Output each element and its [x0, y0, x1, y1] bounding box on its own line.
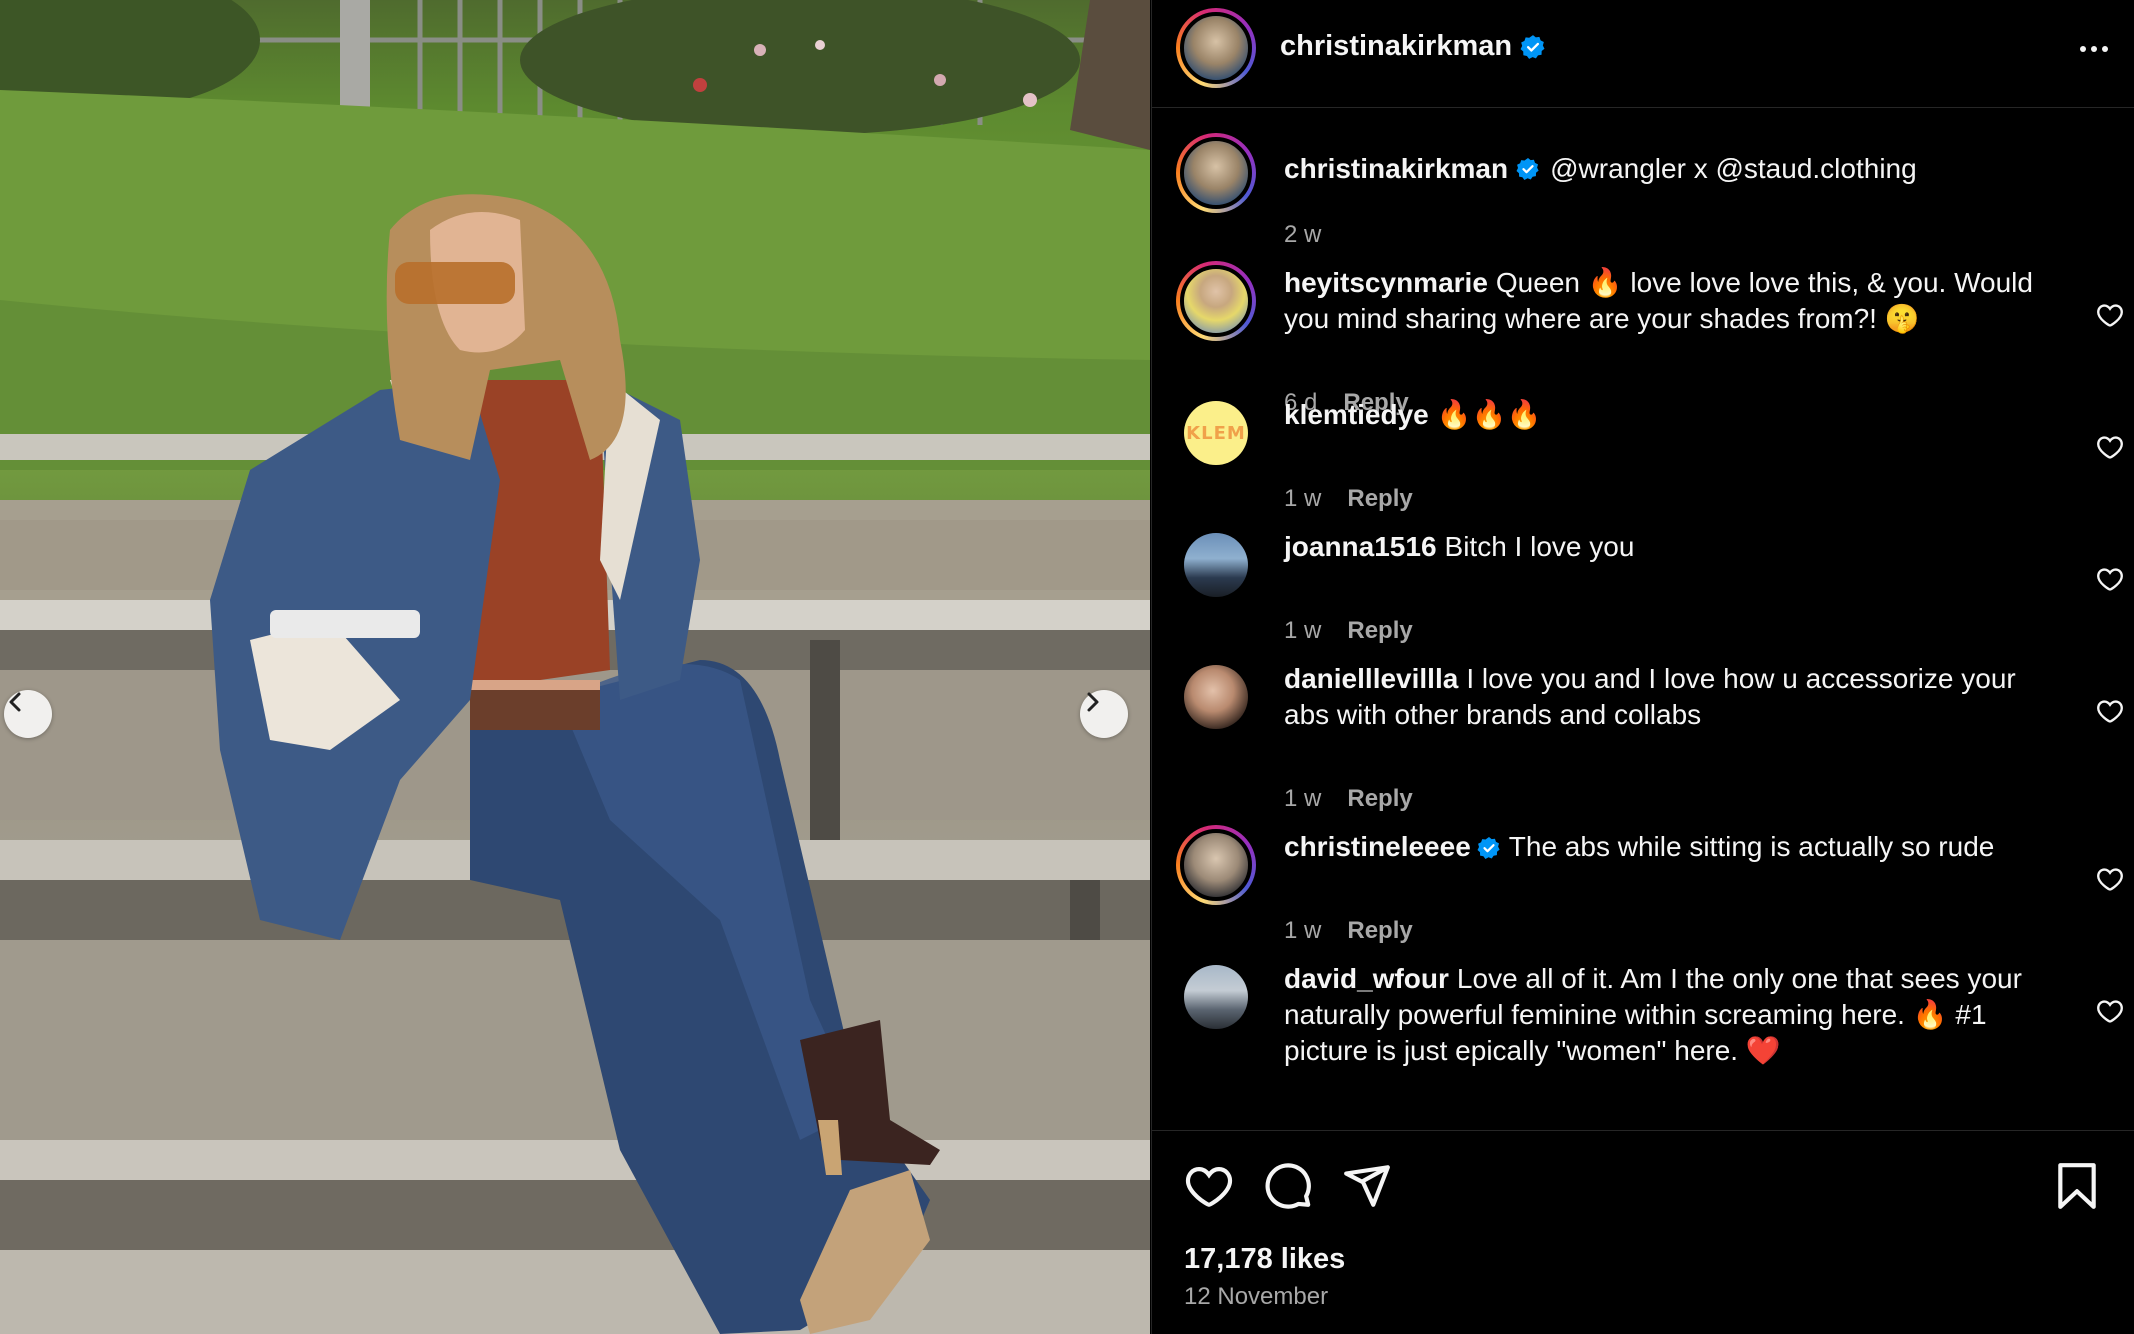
caption-time: 2 w [1284, 221, 1322, 248]
reply-button[interactable]: Reply [1347, 917, 1412, 945]
caption-text: @wrangler x @staud.clothing [1550, 153, 1917, 184]
commenter-avatar[interactable]: KLEM [1184, 401, 1248, 465]
more-options-button[interactable] [2072, 34, 2116, 64]
carousel-prev-button[interactable] [4, 690, 52, 738]
post-date: 12 November [1184, 1283, 1329, 1310]
comment-time: 1 w [1284, 617, 1322, 644]
commenter-username[interactable]: joanna1516 [1284, 531, 1437, 562]
comment-time: 1 w [1284, 485, 1322, 512]
reply-button[interactable]: Reply [1347, 617, 1412, 645]
commenter-avatar[interactable] [1176, 261, 1256, 341]
comment-like-heart-icon[interactable] [2096, 565, 2124, 593]
share-icon[interactable] [1342, 1161, 1392, 1211]
commenter-avatar[interactable] [1184, 533, 1248, 597]
photo-illustration [0, 0, 1150, 1334]
commenter-avatar[interactable] [1176, 825, 1256, 905]
avatar-logo-text: KLEM [1186, 422, 1246, 444]
verified-badge-icon [1477, 837, 1500, 859]
more-icon [2080, 46, 2086, 52]
comment-text: Bitch I love you [1444, 531, 1635, 562]
commenter-username[interactable]: danielllevillla [1284, 663, 1458, 694]
commenter-username[interactable]: david_wfour [1284, 963, 1449, 994]
comments-list[interactable]: christinakirkman @wrangler x @staud.clot… [1152, 109, 2134, 1129]
author-avatar[interactable] [1176, 8, 1256, 88]
post-actions: 17,178 likes 12 November [1152, 1130, 2134, 1334]
carousel-next-button[interactable] [1080, 690, 1128, 738]
reply-button[interactable]: Reply [1347, 785, 1412, 813]
verified-badge-icon [1520, 34, 1545, 59]
commenter-username[interactable]: klemtiedye [1284, 399, 1429, 430]
comment-text: 🔥🔥🔥 [1436, 399, 1542, 430]
chevron-left-icon [9, 692, 21, 712]
comment-like-heart-icon[interactable] [2096, 865, 2124, 893]
heart-icon[interactable] [1184, 1161, 1234, 1211]
comment-text: The abs while sitting is actually so rud… [1508, 831, 1995, 862]
caption-username[interactable]: christinakirkman [1284, 151, 1508, 187]
commenter-username[interactable]: christineleeee [1284, 831, 1471, 862]
comment-like-heart-icon[interactable] [2096, 301, 2124, 329]
commenter-avatar[interactable] [1184, 965, 1248, 1029]
comment-time: 1 w [1284, 917, 1322, 944]
comment-like-heart-icon[interactable] [2096, 997, 2124, 1025]
comment-like-heart-icon[interactable] [2096, 433, 2124, 461]
verified-badge-icon [1516, 158, 1539, 180]
comment-like-heart-icon[interactable] [2096, 697, 2124, 725]
post-details-panel: christinakirkman christinakirkman @wrang… [1151, 0, 2134, 1334]
chevron-right-icon [1087, 692, 1099, 712]
comment-icon[interactable] [1263, 1161, 1313, 1211]
comment-time: 1 w [1284, 785, 1322, 812]
commenter-username[interactable]: heyitscynmarie [1284, 267, 1488, 298]
likes-count[interactable]: 17,178 likes [1184, 1243, 1345, 1276]
caption-avatar[interactable] [1176, 133, 1256, 213]
post [340, 0, 370, 110]
author-username[interactable]: christinakirkman [1280, 30, 1546, 63]
post-header: christinakirkman [1152, 0, 2134, 108]
reply-button[interactable]: Reply [1347, 485, 1412, 513]
commenter-avatar[interactable] [1184, 665, 1248, 729]
bookmark-icon[interactable] [2052, 1161, 2102, 1211]
post-photo[interactable] [0, 0, 1150, 1334]
